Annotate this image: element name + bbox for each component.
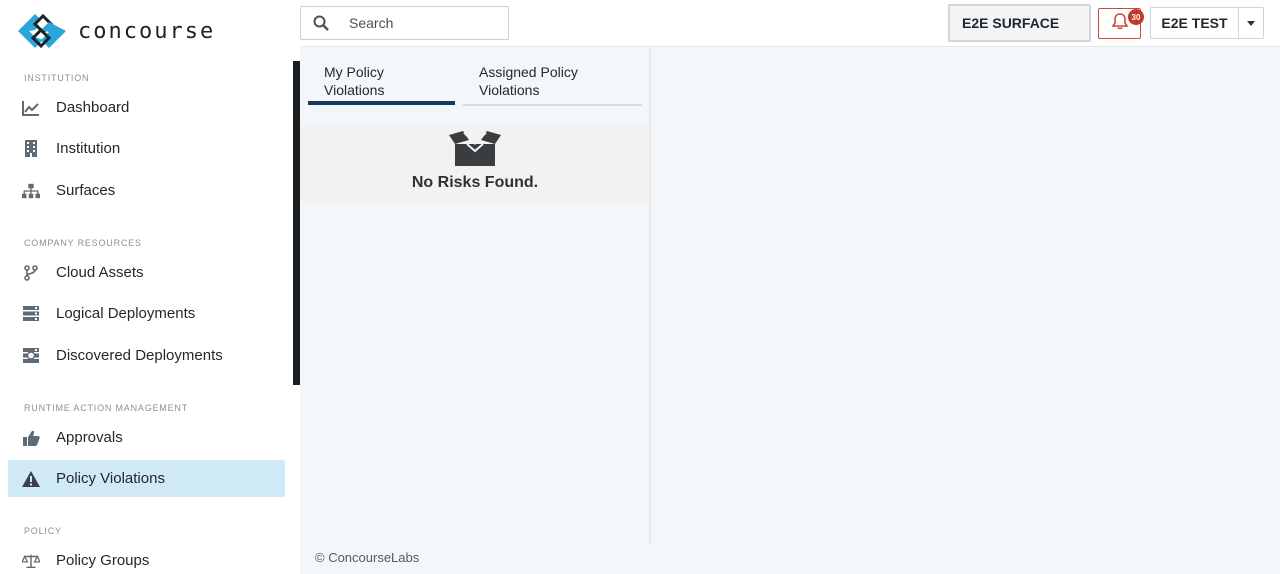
discovered-server-icon — [22, 347, 40, 365]
sidebar-item-logical-deployments[interactable]: Logical Deployments — [8, 295, 285, 332]
sidebar-item-policy-groups[interactable]: Policy Groups — [8, 542, 285, 574]
logo-text: concourse — [78, 18, 216, 44]
chart-line-icon — [22, 99, 40, 117]
tab-label-line2: Violations — [479, 82, 540, 98]
sidebar-item-label: Institution — [56, 140, 121, 157]
sidebar-item-label: Surfaces — [56, 182, 116, 199]
empty-state: No Risks Found. — [301, 122, 649, 204]
sidebar-item-dashboard[interactable]: Dashboard — [8, 89, 285, 126]
caret-down-icon[interactable] — [1239, 20, 1263, 26]
bell-icon — [1111, 12, 1129, 35]
sidebar-item-policy-violations[interactable]: Policy Violations — [8, 460, 285, 497]
search-icon — [313, 15, 329, 31]
concourse-logo-icon — [16, 12, 68, 50]
sidebar-item-label: Discovered Deployments — [56, 347, 223, 364]
sidebar-item-label: Dashboard — [56, 99, 130, 116]
tab-inactive-indicator — [463, 104, 642, 106]
server-icon — [22, 305, 40, 323]
tab-label-line1: My Policy — [324, 64, 384, 80]
sitemap-icon — [22, 182, 40, 200]
search-box[interactable] — [300, 6, 509, 40]
sidebar: concourse INSTITUTION Dashboard Institut… — [0, 0, 300, 574]
user-menu[interactable]: E2E TEST — [1150, 7, 1264, 39]
sidebar-item-label: Cloud Assets — [56, 264, 144, 281]
notification-count-badge: 30 — [1128, 9, 1144, 25]
sidebar-item-label: Policy Violations — [56, 470, 165, 487]
sidebar-item-surfaces[interactable]: Surfaces — [8, 172, 285, 209]
section-label-policy: POLICY — [24, 526, 62, 536]
building-icon — [22, 140, 40, 158]
section-label-institution: INSTITUTION — [24, 73, 90, 83]
empty-state-message: No Risks Found. — [411, 174, 539, 191]
sidebar-item-label: Logical Deployments — [56, 305, 196, 322]
sidebar-scrollbar[interactable] — [293, 61, 300, 385]
top-header: E2E SURFACE 30 E2E TEST — [300, 0, 1280, 47]
section-label-company-resources: COMPANY RESOURCES — [24, 238, 142, 248]
footer-copyright: © ConcourseLabs — [315, 550, 420, 565]
warning-icon — [22, 470, 40, 488]
tab-my-policy-violations[interactable]: My Policy Violations — [324, 63, 384, 99]
concourse-logo[interactable]: concourse — [16, 12, 215, 50]
open-box-icon — [449, 131, 501, 172]
sidebar-item-discovered-deployments[interactable]: Discovered Deployments — [8, 337, 285, 374]
sidebar-item-approvals[interactable]: Approvals — [8, 419, 285, 456]
code-branch-icon — [22, 264, 40, 282]
policy-violations-panel: My Policy Violations Assigned Policy Vio… — [301, 47, 651, 544]
balance-scale-icon — [22, 552, 40, 570]
tab-active-indicator — [308, 101, 455, 105]
tab-assigned-policy-violations[interactable]: Assigned Policy Violations — [479, 63, 578, 99]
sidebar-item-cloud-assets[interactable]: Cloud Assets — [8, 254, 285, 291]
thumbs-up-icon — [22, 429, 40, 447]
user-menu-label[interactable]: E2E TEST — [1151, 15, 1238, 31]
sidebar-item-institution[interactable]: Institution — [8, 130, 285, 167]
surface-selector-button[interactable]: E2E SURFACE — [948, 4, 1091, 42]
sidebar-item-label: Approvals — [56, 429, 123, 446]
tab-label-line2: Violations — [324, 82, 385, 98]
sidebar-item-label: Policy Groups — [56, 552, 150, 569]
section-label-runtime-action-management: RUNTIME ACTION MANAGEMENT — [24, 403, 189, 413]
tab-label-line1: Assigned Policy — [479, 64, 578, 80]
search-input[interactable] — [349, 15, 489, 31]
